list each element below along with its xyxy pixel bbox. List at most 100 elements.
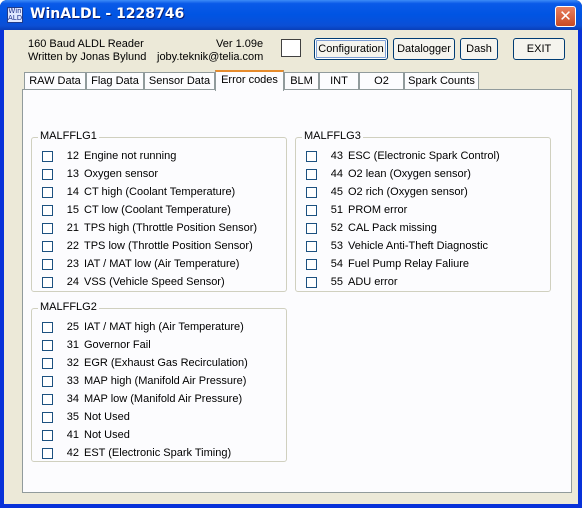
error-code-row[interactable]: 52 CAL Pack missing bbox=[306, 222, 437, 236]
dash-button[interactable]: Dash bbox=[460, 38, 498, 60]
error-code-label: EGR (Exhaust Gas Recirculation) bbox=[84, 357, 248, 369]
header-line2: Written by Jonas Bylund bbox=[28, 51, 147, 63]
error-code-number: 14 bbox=[66, 186, 79, 198]
error-code-number: 31 bbox=[66, 339, 79, 351]
error-code-number: 41 bbox=[66, 429, 79, 441]
close-button[interactable]: ✕ bbox=[555, 6, 576, 27]
error-code-label: Governor Fail bbox=[84, 339, 151, 351]
error-code-number: 52 bbox=[330, 222, 343, 234]
error-code-row[interactable]: 14 CT high (Coolant Temperature) bbox=[42, 186, 235, 200]
tab-error-codes[interactable]: Error codes bbox=[215, 70, 284, 91]
error-code-checkbox[interactable] bbox=[42, 358, 53, 369]
error-code-row[interactable]: 54 Fuel Pump Relay Faliure bbox=[306, 258, 469, 272]
malfflg3-title: MALFFLG3 bbox=[302, 130, 363, 142]
error-code-label: Not Used bbox=[84, 411, 130, 423]
error-code-row[interactable]: 33 MAP high (Manifold Air Pressure) bbox=[42, 375, 246, 389]
error-code-label: Fuel Pump Relay Faliure bbox=[348, 258, 470, 270]
title-bar[interactable]: Win ALDL WinALDL - 1228746 ✕ bbox=[0, 0, 582, 30]
error-code-row[interactable]: 53 Vehicle Anti-Theft Diagnostic bbox=[306, 240, 488, 254]
tab-o2[interactable]: O2 bbox=[359, 72, 404, 90]
error-code-checkbox[interactable] bbox=[306, 169, 317, 180]
tab-spark-counts[interactable]: Spark Counts bbox=[404, 72, 479, 90]
error-code-checkbox[interactable] bbox=[42, 412, 53, 423]
tab-raw-data[interactable]: RAW Data bbox=[24, 72, 86, 90]
error-code-checkbox[interactable] bbox=[42, 340, 53, 351]
error-code-row[interactable]: 55 ADU error bbox=[306, 276, 398, 290]
error-code-row[interactable]: 43 ESC (Electronic Spark Control) bbox=[306, 150, 500, 164]
error-code-label: TPS high (Throttle Position Sensor) bbox=[84, 222, 258, 234]
error-code-label: EST (Electronic Spark Timing) bbox=[84, 447, 232, 459]
error-code-checkbox[interactable] bbox=[42, 241, 53, 252]
configuration-button[interactable]: Configuration bbox=[314, 38, 388, 60]
error-code-label: CT low (Coolant Temperature) bbox=[84, 204, 231, 216]
error-code-checkbox[interactable] bbox=[42, 169, 53, 180]
error-code-row[interactable]: 32 EGR (Exhaust Gas Recirculation) bbox=[42, 357, 248, 371]
error-code-number: 35 bbox=[66, 411, 79, 423]
error-code-row[interactable]: 34 MAP low (Manifold Air Pressure) bbox=[42, 393, 242, 407]
error-code-row[interactable]: 22 TPS low (Throttle Position Sensor) bbox=[42, 240, 253, 254]
error-code-row[interactable]: 15 CT low (Coolant Temperature) bbox=[42, 204, 231, 218]
error-code-row[interactable]: 51 PROM error bbox=[306, 204, 407, 218]
client-area: 160 Baud ALDL Reader Written by Jonas By… bbox=[4, 30, 578, 504]
error-code-label: CT high (Coolant Temperature) bbox=[84, 186, 236, 198]
error-code-checkbox[interactable] bbox=[42, 394, 53, 405]
error-code-checkbox[interactable] bbox=[306, 259, 317, 270]
error-code-row[interactable]: 25 IAT / MAT high (Air Temperature) bbox=[42, 321, 244, 335]
error-code-checkbox[interactable] bbox=[42, 151, 53, 162]
window-border-bottom bbox=[0, 504, 582, 508]
error-code-checkbox[interactable] bbox=[42, 205, 53, 216]
error-code-checkbox[interactable] bbox=[306, 223, 317, 234]
error-code-row[interactable]: 24 VSS (Vehicle Speed Sensor) bbox=[42, 276, 225, 290]
error-code-label: VSS (Vehicle Speed Sensor) bbox=[84, 276, 225, 288]
error-code-checkbox[interactable] bbox=[306, 151, 317, 162]
app-icon[interactable]: Win ALDL bbox=[7, 7, 23, 23]
error-code-checkbox[interactable] bbox=[306, 277, 317, 288]
datalogger-button[interactable]: Datalogger bbox=[393, 38, 455, 60]
email-label: joby.teknik@telia.com bbox=[157, 51, 264, 63]
error-code-checkbox[interactable] bbox=[306, 205, 317, 216]
error-code-label: CAL Pack missing bbox=[348, 222, 437, 234]
error-code-row[interactable]: 41 Not Used bbox=[42, 429, 130, 443]
window-border-right bbox=[578, 30, 582, 508]
error-code-label: Not Used bbox=[84, 429, 130, 441]
tab-blm[interactable]: BLM bbox=[284, 72, 319, 90]
error-code-label: Vehicle Anti-Theft Diagnostic bbox=[348, 240, 489, 252]
error-code-row[interactable]: 13 Oxygen sensor bbox=[42, 168, 158, 182]
error-code-row[interactable]: 45 O2 rich (Oxygen sensor) bbox=[306, 186, 468, 200]
error-code-checkbox[interactable] bbox=[42, 259, 53, 270]
error-code-row[interactable]: 35 Not Used bbox=[42, 411, 130, 425]
tab-int[interactable]: INT bbox=[319, 72, 359, 90]
error-code-label: O2 lean (Oxygen sensor) bbox=[348, 168, 471, 180]
error-code-row[interactable]: 21 TPS high (Throttle Position Sensor) bbox=[42, 222, 257, 236]
error-code-row[interactable]: 42 EST (Electronic Spark Timing) bbox=[42, 447, 231, 461]
error-code-checkbox[interactable] bbox=[306, 187, 317, 198]
error-code-checkbox[interactable] bbox=[42, 376, 53, 387]
error-code-checkbox[interactable] bbox=[306, 241, 317, 252]
error-code-number: 55 bbox=[330, 276, 343, 288]
error-code-checkbox[interactable] bbox=[42, 322, 53, 333]
error-code-label: IAT / MAT low (Air Temperature) bbox=[84, 258, 240, 270]
error-code-checkbox[interactable] bbox=[42, 223, 53, 234]
error-code-number: 12 bbox=[66, 150, 79, 162]
error-code-row[interactable]: 12 Engine not running bbox=[42, 150, 176, 164]
app-window: Win ALDL WinALDL - 1228746 ✕ 160 Baud AL… bbox=[0, 0, 582, 508]
tab-sensor-data[interactable]: Sensor Data bbox=[144, 72, 215, 90]
error-code-checkbox[interactable] bbox=[42, 187, 53, 198]
malfflg3-group: MALFFLG3 43 ESC (Electronic Spark Control… bbox=[295, 130, 551, 292]
error-code-number: 21 bbox=[66, 222, 79, 234]
error-code-row[interactable]: 31 Governor Fail bbox=[42, 339, 151, 353]
exit-button[interactable]: EXIT bbox=[513, 38, 565, 60]
malfflg2-group: MALFFLG2 25 IAT / MAT high (Air Temperatu… bbox=[31, 301, 287, 462]
error-code-label: TPS low (Throttle Position Sensor) bbox=[84, 240, 253, 252]
error-code-number: 34 bbox=[66, 393, 79, 405]
header-line1: 160 Baud ALDL Reader bbox=[28, 38, 144, 50]
malfflg1-group: MALFFLG1 12 Engine not running 13 Oxygen se… bbox=[31, 130, 287, 292]
error-code-number: 22 bbox=[66, 240, 79, 252]
error-code-checkbox[interactable] bbox=[42, 277, 53, 288]
error-code-checkbox[interactable] bbox=[42, 448, 53, 459]
tab-flag-data[interactable]: Flag Data bbox=[86, 72, 144, 90]
error-code-row[interactable]: 23 IAT / MAT low (Air Temperature) bbox=[42, 258, 239, 272]
error-code-label: MAP low (Manifold Air Pressure) bbox=[84, 393, 243, 405]
error-code-row[interactable]: 44 O2 lean (Oxygen sensor) bbox=[306, 168, 471, 182]
error-code-checkbox[interactable] bbox=[42, 430, 53, 441]
